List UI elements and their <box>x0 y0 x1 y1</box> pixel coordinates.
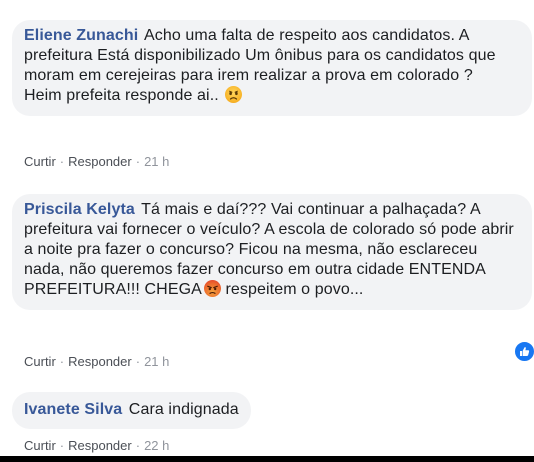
comment-author[interactable]: Eliene Zunachi <box>24 27 138 44</box>
angry-face-icon <box>203 280 221 297</box>
comment-actions: Curtir · Responder · 21 h <box>24 354 169 370</box>
comment-bubble: Priscila Kelyta Tá mais e daí??? Vai con… <box>12 194 532 310</box>
sad-face-icon <box>225 86 243 103</box>
separator: · <box>59 354 65 369</box>
separator: · <box>135 354 141 369</box>
timestamp[interactable]: 22 h <box>144 438 169 453</box>
comment-author[interactable]: Priscila Kelyta <box>24 201 135 218</box>
comment-bubble: Eliene Zunachi Acho uma falta de respeit… <box>12 20 532 116</box>
comment-text: Cara indignada <box>128 401 239 418</box>
comment-actions: Curtir · Responder · 22 h <box>24 438 169 454</box>
separator: · <box>59 438 65 453</box>
reply-link[interactable]: Responder <box>68 354 132 369</box>
like-link[interactable]: Curtir <box>24 154 56 169</box>
like-link[interactable]: Curtir <box>24 354 56 369</box>
reply-link[interactable]: Responder <box>68 438 132 453</box>
comment-text-continued: respeitem o povo... <box>220 281 364 298</box>
like-icon[interactable] <box>513 340 534 363</box>
separator: · <box>135 154 141 169</box>
bottom-border <box>0 456 534 462</box>
reply-link[interactable]: Responder <box>68 154 132 169</box>
comment-actions: Curtir · Responder · 21 h <box>24 154 169 170</box>
timestamp[interactable]: 21 h <box>144 354 169 369</box>
comment-author[interactable]: Ivanete Silva <box>24 401 122 418</box>
like-link[interactable]: Curtir <box>24 438 56 453</box>
comment-bubble: Ivanete Silva Cara indignada <box>12 392 251 429</box>
timestamp[interactable]: 21 h <box>144 154 169 169</box>
separator: · <box>135 438 141 453</box>
separator: · <box>59 154 65 169</box>
